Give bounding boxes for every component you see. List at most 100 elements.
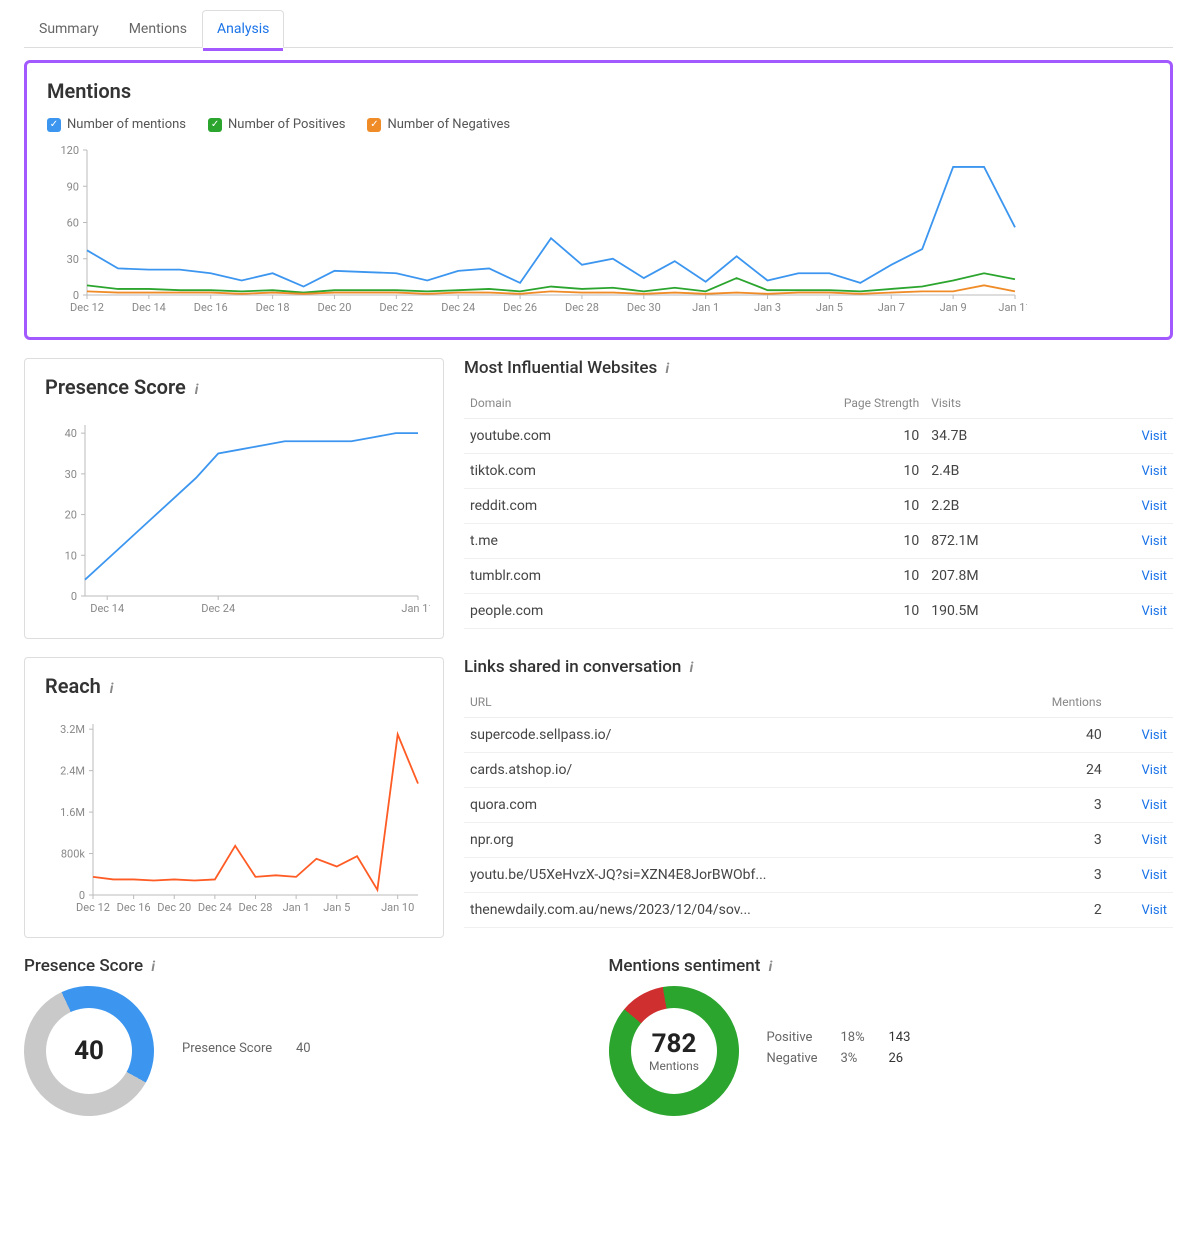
cell-mentions: 3 (1000, 823, 1108, 858)
presence-title: Presence Score i (45, 375, 423, 399)
table-row: reddit.com102.2B Visit (464, 489, 1173, 524)
svg-text:Jan 5: Jan 5 (323, 901, 350, 914)
table-row: thenewdaily.com.au/news/2023/12/04/sov..… (464, 893, 1173, 928)
cell-domain: reddit.com (464, 489, 702, 524)
svg-text:40: 40 (65, 427, 77, 440)
presence-donut: 40 (3, 965, 176, 1138)
cell-domain: people.com (464, 594, 702, 629)
info-icon[interactable]: i (665, 361, 669, 377)
visit-link[interactable]: Visit (1141, 499, 1167, 514)
svg-text:Dec 22: Dec 22 (379, 301, 413, 314)
visit-link[interactable]: Visit (1141, 903, 1167, 918)
cell-mentions: 2 (1000, 893, 1108, 928)
svg-text:Dec 16: Dec 16 (117, 901, 151, 914)
tab-mentions[interactable]: Mentions (114, 10, 202, 47)
svg-text:30: 30 (65, 468, 77, 481)
table-row: youtube.com1034.7BVisit (464, 419, 1173, 454)
svg-text:10: 10 (65, 549, 77, 562)
info-icon[interactable]: i (195, 382, 199, 398)
svg-text:Jan 7: Jan 7 (878, 301, 905, 314)
cell-strength: 10 (702, 489, 925, 524)
info-icon[interactable]: i (769, 959, 773, 975)
table-row: youtu.be/U5XeHvzX-JQ?si=XZN4E8JorBWObf..… (464, 858, 1173, 893)
table-row: t.me10872.1MVisit (464, 524, 1173, 559)
svg-text:Dec 12: Dec 12 (70, 301, 104, 314)
cell-domain: tumblr.com (464, 559, 702, 594)
presence-score-section: Presence Score i 40 Presence Score40 (24, 956, 589, 1116)
svg-text:Jan 11: Jan 11 (401, 602, 430, 615)
visit-link[interactable]: Visit (1141, 604, 1167, 619)
svg-text:Dec 16: Dec 16 (194, 301, 228, 314)
cell-mentions: 3 (1000, 788, 1108, 823)
info-icon[interactable]: i (151, 959, 155, 975)
cell-strength: 10 (702, 419, 925, 454)
cell-url: quora.com (464, 788, 1000, 823)
svg-text:120: 120 (60, 144, 79, 157)
cell-visits: 2.2B (925, 489, 1077, 524)
visit-link[interactable]: Visit (1141, 728, 1167, 743)
table-row: tiktok.com102.4B Visit (464, 454, 1173, 489)
cell-mentions: 3 (1000, 858, 1108, 893)
svg-text:2.4M: 2.4M (60, 765, 85, 778)
visit-link[interactable]: Visit (1141, 763, 1167, 778)
info-icon[interactable]: i (690, 660, 694, 676)
visit-link[interactable]: Visit (1141, 569, 1167, 584)
svg-text:Dec 26: Dec 26 (503, 301, 537, 314)
cell-domain: tiktok.com (464, 454, 702, 489)
cell-visits: 207.8M (925, 559, 1077, 594)
info-icon[interactable]: i (110, 681, 114, 697)
mentions-legend: ✓Number of mentions ✓Number of Positives… (47, 117, 1150, 132)
cell-visits: 2.4B (925, 454, 1077, 489)
svg-text:90: 90 (67, 180, 79, 193)
presence-label: Presence Score (182, 1041, 282, 1056)
visit-link[interactable]: Visit (1141, 833, 1167, 848)
negative-label: Negative (767, 1051, 827, 1066)
visit-link[interactable]: Visit (1141, 464, 1167, 479)
checkbox-icon: ✓ (47, 118, 61, 132)
svg-text:3.2M: 3.2M (60, 723, 85, 736)
cell-visits: 34.7B (925, 419, 1077, 454)
sentiment-section: Mentions sentiment i 782Mentions Positiv… (609, 956, 1174, 1116)
visit-link[interactable]: Visit (1141, 798, 1167, 813)
svg-text:Jan 3: Jan 3 (754, 301, 781, 314)
svg-text:30: 30 (67, 253, 79, 266)
reach-chart: 0800k1.6M2.4M3.2MDec 12Dec 16Dec 20Dec 2… (45, 712, 430, 917)
table-row: people.com10190.5MVisit (464, 594, 1173, 629)
visit-link[interactable]: Visit (1141, 534, 1167, 549)
col-mentions: Mentions (1000, 687, 1108, 718)
tab-analysis[interactable]: Analysis (202, 10, 284, 48)
presence-score-title: Presence Score i (24, 956, 589, 976)
col-url: URL (464, 687, 1000, 718)
cell-strength: 10 (702, 594, 925, 629)
checkbox-icon: ✓ (208, 118, 222, 132)
col-strength: Page Strength (702, 388, 925, 419)
legend-mentions[interactable]: ✓Number of mentions (47, 117, 186, 132)
table-row: cards.atshop.io/24Visit (464, 753, 1173, 788)
cell-mentions: 40 (1000, 718, 1108, 753)
svg-text:1.6M: 1.6M (60, 806, 85, 819)
visit-link[interactable]: Visit (1141, 868, 1167, 883)
cell-strength: 10 (702, 454, 925, 489)
reach-title: Reach i (45, 674, 423, 698)
negative-pct: 3% (841, 1051, 875, 1066)
mentions-title: Mentions (47, 79, 1150, 103)
positive-label: Positive (767, 1030, 827, 1045)
svg-text:Jan 5: Jan 5 (816, 301, 843, 314)
influential-section: Most Influential Websites i Domain Page … (464, 358, 1173, 629)
sentiment-total: 782 (651, 1029, 696, 1059)
svg-text:Jan 1: Jan 1 (692, 301, 719, 314)
legend-negatives[interactable]: ✓Number of Negatives (367, 117, 510, 132)
links-title: Links shared in conversation i (464, 657, 1173, 677)
legend-positives[interactable]: ✓Number of Positives (208, 117, 345, 132)
svg-text:Dec 14: Dec 14 (90, 602, 124, 615)
svg-text:Dec 20: Dec 20 (318, 301, 352, 314)
mentions-chart: 0306090120Dec 12Dec 14Dec 16Dec 18Dec 20… (47, 142, 1027, 317)
influential-table: Domain Page Strength Visits youtube.com1… (464, 388, 1173, 629)
table-row: supercode.sellpass.io/40Visit (464, 718, 1173, 753)
svg-text:Dec 28: Dec 28 (565, 301, 599, 314)
presence-card: Presence Score i 010203040Dec 14Dec 24Ja… (24, 358, 444, 639)
svg-text:20: 20 (65, 509, 77, 522)
cell-url: youtu.be/U5XeHvzX-JQ?si=XZN4E8JorBWObf..… (464, 858, 1000, 893)
visit-link[interactable]: Visit (1141, 429, 1167, 444)
tab-summary[interactable]: Summary (24, 10, 114, 47)
